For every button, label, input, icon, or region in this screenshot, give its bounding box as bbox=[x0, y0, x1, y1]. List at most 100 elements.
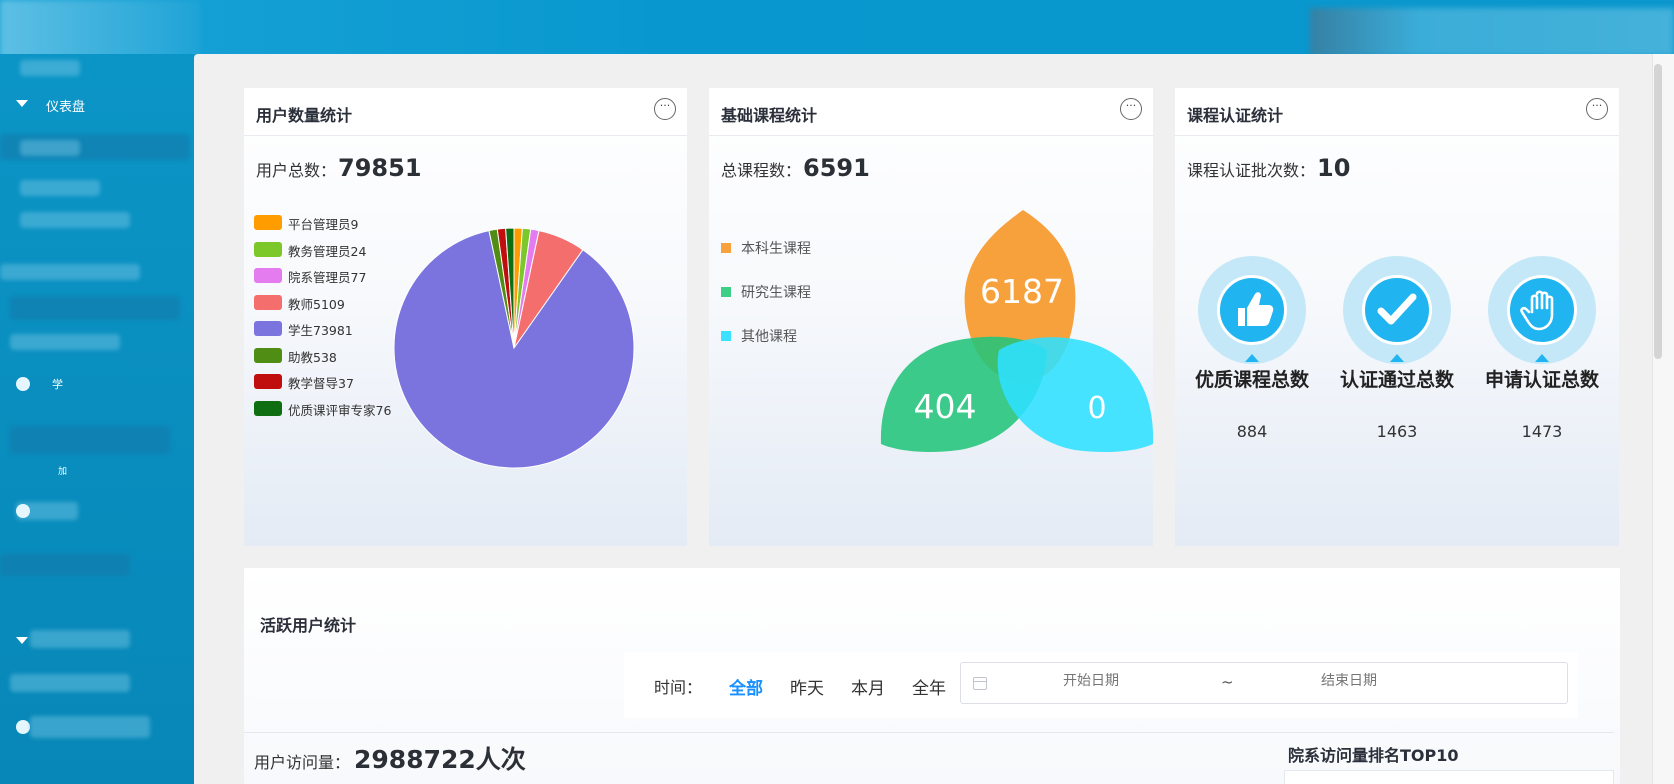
more-icon[interactable]: ··· bbox=[654, 98, 676, 120]
user-count-card: 用户数量统计 ··· 用户总数：79851 平台管理员9 教务管理员24 院系管理员… bbox=[244, 88, 687, 546]
circle-arrow-up-icon bbox=[16, 377, 30, 391]
date-separator: ~ bbox=[1221, 673, 1234, 691]
circle-arrow-up-icon bbox=[16, 720, 30, 734]
legend-text: 研究生课程 bbox=[741, 285, 811, 301]
card-title: 用户数量统计 bbox=[256, 106, 353, 125]
blurred-item bbox=[20, 180, 100, 196]
more-icon[interactable]: ··· bbox=[1586, 98, 1608, 120]
legend-text: 其他课程 bbox=[741, 329, 797, 345]
blurred-item bbox=[0, 264, 140, 280]
legend-swatch bbox=[254, 294, 282, 310]
legend-swatch bbox=[254, 347, 282, 363]
course-stat-card: 基础课程统计 ··· 总课程数：6591 本科生课程 研究生课程 其他课程 61… bbox=[709, 88, 1153, 546]
cert-value: 1463 bbox=[1376, 422, 1418, 441]
card-header: 用户数量统计 ··· bbox=[244, 88, 687, 136]
visit-value: 2988722人次 bbox=[354, 745, 526, 774]
calendar-icon bbox=[973, 677, 987, 690]
legend-text: 平台管理员9 bbox=[288, 217, 359, 232]
blurred-item bbox=[10, 334, 120, 350]
legend-swatch bbox=[721, 331, 731, 341]
legend-swatch bbox=[254, 241, 282, 257]
course-total-value: 6591 bbox=[803, 154, 870, 182]
sidebar-item-dashboard[interactable]: 仪表盘 bbox=[0, 84, 194, 124]
cert-label: 认证通过总数 bbox=[1339, 369, 1454, 391]
course-total: 总课程数：6591 bbox=[721, 154, 870, 182]
legend-text: 教务管理员24 bbox=[288, 243, 367, 259]
filter-option-month[interactable]: 本月 bbox=[851, 674, 885, 699]
legend-text: 助教538 bbox=[288, 349, 337, 365]
visit-count: 用户访问量： 2988722人次 bbox=[254, 740, 526, 776]
user-pie-chart bbox=[393, 227, 635, 469]
legend-swatch bbox=[254, 215, 282, 230]
caret-down-icon bbox=[16, 637, 28, 644]
cert-total-value: 10 bbox=[1317, 154, 1351, 182]
date-range-picker[interactable]: ~ bbox=[960, 662, 1568, 704]
legend-swatch bbox=[254, 268, 282, 283]
rank-table bbox=[1284, 770, 1614, 784]
more-icon[interactable]: ··· bbox=[1120, 98, 1142, 120]
section-title: 活跃用户统计 bbox=[260, 616, 357, 635]
course-petal-chart: 6187 404 0 bbox=[880, 210, 1153, 452]
filter-option-year[interactable]: 全年 bbox=[912, 674, 946, 699]
hand-icon bbox=[1507, 275, 1577, 345]
filter-option-all[interactable]: 全部 bbox=[729, 674, 763, 699]
blurred-item bbox=[30, 716, 150, 738]
blurred-item bbox=[10, 674, 130, 692]
end-date-input[interactable] bbox=[1249, 673, 1449, 689]
user-total-label: 用户总数： bbox=[256, 161, 337, 180]
blurred-item bbox=[20, 140, 80, 156]
blurred-item bbox=[10, 426, 170, 454]
legend-text: 教师5109 bbox=[288, 296, 345, 312]
filter-option-yesterday[interactable]: 昨天 bbox=[790, 674, 824, 699]
filter-label: 时间： bbox=[654, 678, 703, 697]
visit-label: 用户访问量： bbox=[254, 753, 351, 772]
time-filter-bar: 时间： 全部 昨天 本月 全年 ~ bbox=[624, 652, 1578, 718]
legend-text: 学生73981 bbox=[288, 323, 353, 338]
sidebar-item-small[interactable]: 加 bbox=[0, 452, 194, 492]
legend-swatch bbox=[254, 321, 282, 336]
blurred-item bbox=[20, 212, 130, 228]
cert-value: 884 bbox=[1236, 422, 1268, 441]
active-user-section: 活跃用户统计 时间： 全部 昨天 本月 全年 ~ 用户访问量：2988722人次… bbox=[244, 568, 1620, 784]
sidebar-item-label: 仪表盘 bbox=[46, 100, 86, 115]
user-total-value: 79851 bbox=[338, 154, 422, 182]
blurred-item bbox=[30, 630, 130, 648]
sidebar-item-student[interactable]: 学 bbox=[0, 364, 194, 404]
scrollbar-thumb[interactable] bbox=[1654, 64, 1662, 359]
value-undergrad: 6187 bbox=[980, 272, 1064, 311]
course-total-label: 总课程数： bbox=[721, 161, 802, 180]
cert-stat-card: 课程认证统计 ··· 课程认证批次数：10 优质课程总数 884 认证通过总数 … bbox=[1175, 88, 1619, 546]
blurred-item bbox=[20, 60, 80, 76]
caret-down-icon bbox=[16, 100, 28, 107]
cert-label: 申请认证总数 bbox=[1484, 369, 1599, 391]
cert-total-label: 课程认证批次数： bbox=[1187, 161, 1316, 180]
user-total: 用户总数：79851 bbox=[256, 154, 422, 182]
cert-label: 优质课程总数 bbox=[1194, 369, 1309, 391]
cert-value: 1473 bbox=[1521, 422, 1563, 441]
sidebar-item-label: 加 bbox=[58, 467, 68, 477]
card-header: 课程认证统计 ··· bbox=[1175, 88, 1619, 136]
blurred-item bbox=[10, 296, 180, 320]
checkmark-icon bbox=[1362, 275, 1432, 345]
card-title: 课程认证统计 bbox=[1187, 106, 1284, 125]
legend-text: 教学督导37 bbox=[288, 376, 354, 391]
legend-swatch bbox=[254, 400, 282, 416]
legend-swatch bbox=[254, 374, 282, 389]
petal-other bbox=[997, 337, 1153, 452]
legend-swatch bbox=[721, 243, 731, 253]
blurred-item bbox=[0, 554, 130, 576]
value-other: 0 bbox=[1087, 391, 1106, 426]
thumbs-up-icon bbox=[1217, 275, 1287, 345]
legend-text: 优质课评审专家76 bbox=[288, 402, 392, 418]
blurred-logo bbox=[0, 0, 200, 60]
circle-arrow-up-icon bbox=[16, 504, 30, 518]
legend-swatch bbox=[721, 287, 731, 297]
cert-total: 课程认证批次数：10 bbox=[1187, 154, 1350, 182]
value-grad: 404 bbox=[914, 387, 977, 426]
divider bbox=[244, 732, 1614, 733]
blurred-user-info bbox=[1310, 8, 1674, 56]
start-date-input[interactable] bbox=[991, 673, 1191, 689]
legend-text: 本科生课程 bbox=[741, 241, 811, 257]
sidebar-item-label: 学 bbox=[52, 378, 63, 391]
sidebar: 仪表盘 学 加 bbox=[0, 54, 194, 784]
